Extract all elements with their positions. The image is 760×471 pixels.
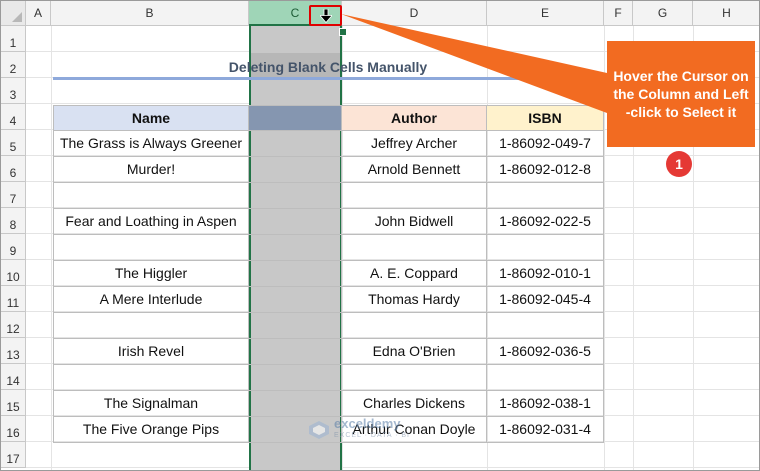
exceldemy-logo-icon bbox=[309, 421, 329, 439]
watermark-name: exceldemy bbox=[334, 416, 401, 431]
watermark-logo: exceldemy EXCEL · DATA · BI bbox=[309, 416, 410, 442]
spreadsheet: A B C D E F G H 1 2 3 4 5 6 7 8 9 10 11 12 13 14 15 16 1… bbox=[0, 0, 760, 471]
watermark-tagline: EXCEL · DATA · BI bbox=[334, 432, 410, 439]
step-badge: 1 bbox=[666, 151, 692, 177]
callout-text: Hover the Cursor on the Column and Left … bbox=[613, 68, 749, 120]
instruction-callout: Hover the Cursor on the Column and Left … bbox=[607, 41, 755, 147]
